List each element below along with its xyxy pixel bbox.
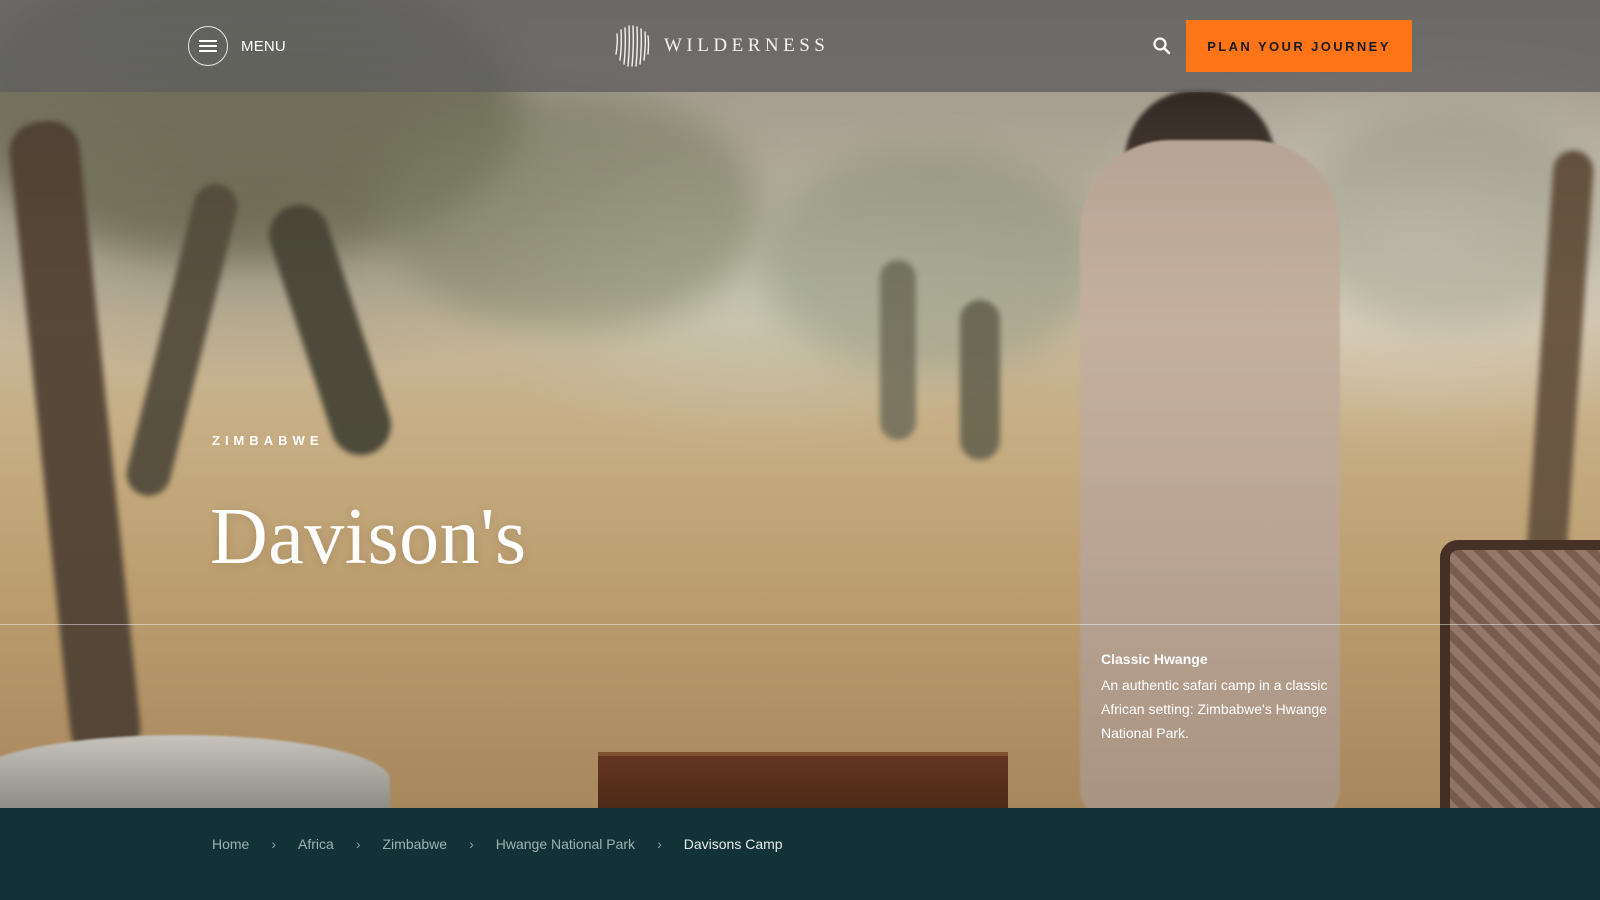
breadcrumb-separator: › — [355, 836, 361, 852]
search-icon — [1153, 37, 1171, 55]
breadcrumb-zimbabwe[interactable]: Zimbabwe — [383, 836, 448, 852]
logo-text: WILDERNESS — [664, 35, 830, 56]
breadcrumb-home[interactable]: Home — [212, 836, 249, 852]
breadcrumb-separator: › — [271, 836, 277, 852]
breadcrumb-separator: › — [657, 836, 662, 852]
breadcrumb-africa[interactable]: Africa — [298, 836, 334, 852]
breadcrumb-hwange-national-park[interactable]: Hwange National Park — [496, 836, 635, 852]
hero-divider — [0, 624, 1600, 625]
hero-eyebrow-country: ZIMBABWE — [212, 433, 324, 448]
feature-title: Classic Hwange — [1101, 651, 1208, 667]
wilderness-logo-icon — [615, 25, 650, 67]
breadcrumb-current-page: Davisons Camp — [683, 836, 783, 852]
hero-feature-card: Classic Hwange An authentic safari camp … — [1101, 651, 1371, 745]
menu-label[interactable]: MENU — [241, 38, 286, 55]
page-title: Davison's — [210, 493, 527, 581]
hamburger-icon — [199, 40, 217, 52]
search-button[interactable] — [1150, 34, 1174, 58]
breadcrumb-separator: › — [469, 836, 474, 852]
menu-button[interactable]: MENU — [188, 26, 286, 66]
site-header: MENU WILDERNESS PLAN YOUR JOURNEY — [0, 0, 1600, 92]
menu-icon-circle[interactable] — [188, 26, 228, 66]
site-logo[interactable]: WILDERNESS — [612, 24, 829, 68]
feature-description: An authentic safari camp in a classic Af… — [1101, 677, 1328, 741]
breadcrumb: Home › Africa › Zimbabwe › Hwange Nation… — [0, 808, 1600, 900]
plan-your-journey-button[interactable]: PLAN YOUR JOURNEY — [1186, 20, 1412, 72]
